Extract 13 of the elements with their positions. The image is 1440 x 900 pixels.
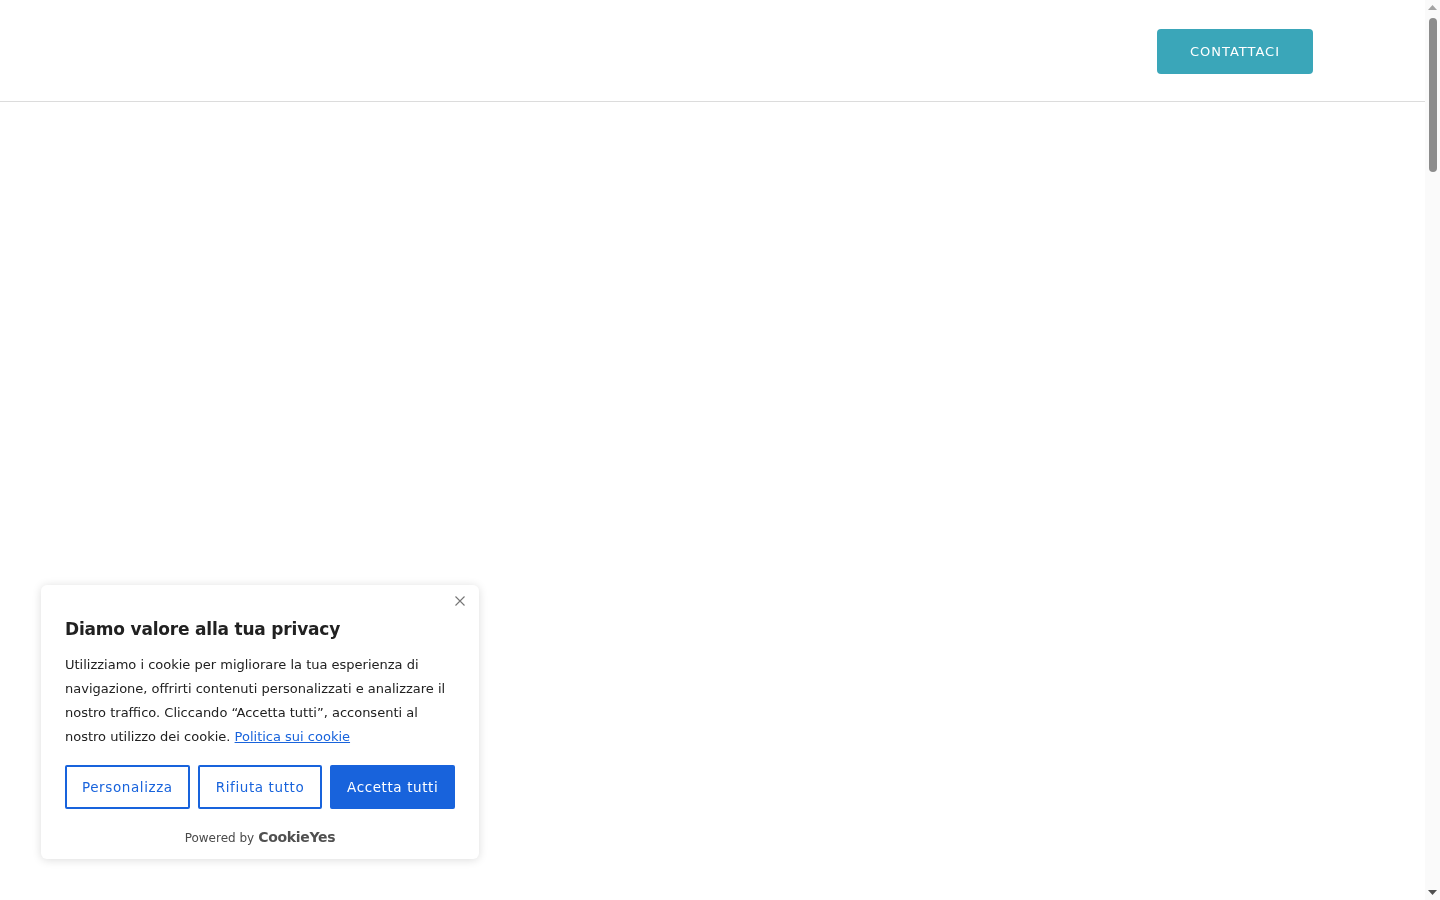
close-icon[interactable] <box>455 596 465 606</box>
cookie-notice-text: Utilizziamo i cookie per migliorare la tua esperienza di navigazione, offrirti contenuti personalizzati e analizzare il nostro traffico. Cliccando “Accetta tutti”, acconsenti al nostro utilizzo dei cookie. Politica sui cookie <box>65 656 447 746</box>
contact-button[interactable]: CONTATTACI <box>1157 28 1313 74</box>
brand-logo-text[interactable]: CookieYes <box>258 829 336 845</box>
powered-by-text: Powered by <box>184 831 255 845</box>
cookie-policy-link[interactable]: Politica sui cookie <box>234 729 351 744</box>
scrollbar-thumb[interactable] <box>1428 18 1437 172</box>
accept-all-button[interactable]: Accetta tutti <box>330 765 455 809</box>
banner-title: Diamo valore alla tua privacy <box>65 618 342 641</box>
scroll-up-arrow-icon[interactable] <box>1428 5 1437 10</box>
banner-option-button[interactable]: Rifiuta tutto <box>197 765 323 809</box>
banner-option-button[interactable]: Personalizza <box>65 765 190 809</box>
scroll-down-arrow-icon[interactable] <box>1428 890 1437 895</box>
